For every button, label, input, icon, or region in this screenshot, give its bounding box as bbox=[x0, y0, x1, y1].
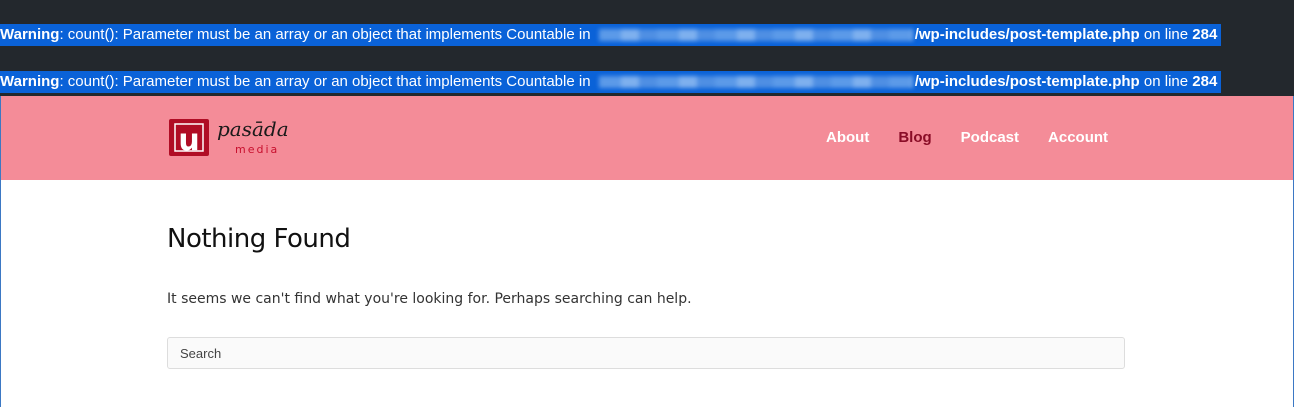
site-header: u pasāda media About Blog Podcast Accoun… bbox=[0, 96, 1294, 180]
php-warning-line: Warning: count(): Parameter must be an a… bbox=[0, 24, 1222, 46]
page-title: Nothing Found bbox=[167, 224, 351, 254]
search-input[interactable] bbox=[167, 337, 1125, 369]
nav-link-podcast[interactable]: Podcast bbox=[961, 129, 1019, 146]
php-warnings-area: Warning: count(): Parameter must be an a… bbox=[0, 0, 1294, 96]
logo-graphic: u pasāda media bbox=[169, 117, 289, 158]
nav-link-blog[interactable]: Blog bbox=[898, 129, 931, 146]
logo-mark-letter: u bbox=[178, 123, 199, 158]
logo-wordmark: pasāda bbox=[217, 117, 289, 141]
site-logo[interactable]: u pasāda media bbox=[167, 117, 327, 159]
redacted-path bbox=[598, 76, 913, 89]
warning-file: /wp-includes/post-template.php bbox=[914, 26, 1140, 43]
warning-line-text: on line bbox=[1139, 73, 1193, 90]
nav-link-account[interactable]: Account bbox=[1048, 129, 1108, 146]
main-content: Nothing Found It seems we can't find wha… bbox=[0, 180, 1294, 407]
warning-file: /wp-includes/post-template.php bbox=[914, 73, 1140, 90]
warning-message: : count(): Parameter must be an array or… bbox=[59, 26, 595, 43]
php-warning-line: Warning: count(): Parameter must be an a… bbox=[0, 71, 1222, 93]
not-found-message: It seems we can't find what you're looki… bbox=[167, 291, 692, 307]
main-nav: About Blog Podcast Account bbox=[826, 129, 1137, 146]
warning-line-text: on line bbox=[1139, 26, 1193, 43]
warning-line-number: 284 bbox=[1192, 26, 1218, 43]
nav-link-about[interactable]: About bbox=[826, 129, 869, 146]
warning-label: Warning bbox=[0, 73, 60, 90]
warning-line-number: 284 bbox=[1192, 73, 1218, 90]
window-edge-left bbox=[0, 96, 1, 407]
redacted-path bbox=[598, 29, 913, 42]
warning-label: Warning bbox=[0, 26, 60, 43]
warning-message: : count(): Parameter must be an array or… bbox=[59, 73, 595, 90]
logo-subtext: media bbox=[235, 143, 279, 156]
